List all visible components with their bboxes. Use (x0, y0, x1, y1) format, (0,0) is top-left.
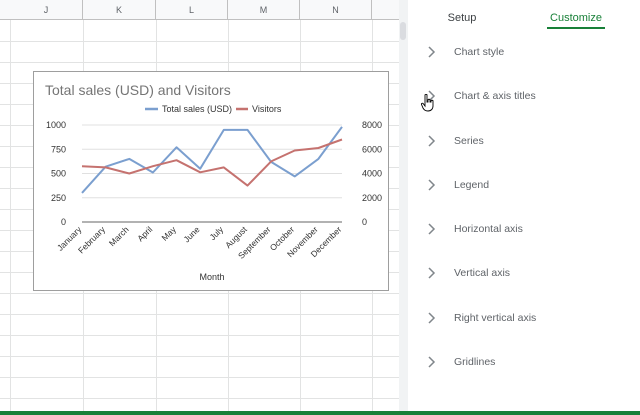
spreadsheet-grid[interactable]: J K L M N Total sales (USD) and Visitors… (0, 0, 400, 411)
legend-label-sales: Total sales (USD) (162, 104, 232, 114)
y2-tick-label: 0 (362, 217, 367, 227)
section-series[interactable]: Series (418, 130, 638, 154)
column-header-n[interactable]: N (300, 0, 372, 20)
tab-setup[interactable]: Setup (440, 8, 484, 30)
section-horizontal-axis[interactable]: Horizontal axis (418, 218, 638, 242)
column-header-l[interactable]: L (156, 0, 228, 20)
bottom-accent-bar (0, 411, 640, 415)
chevron-right-icon (428, 135, 436, 147)
line-chart[interactable]: Total sales (USD) and Visitors Total sal… (33, 71, 389, 291)
row-gridline (0, 398, 400, 399)
row-gridline (0, 293, 400, 294)
y-tick-label: 1000 (46, 120, 66, 130)
series-line-sales (81, 126, 343, 194)
vertical-scrollbar[interactable] (399, 0, 408, 411)
row-gridline (0, 356, 400, 357)
column-header-j[interactable]: J (10, 0, 83, 20)
y-tick-label: 500 (51, 169, 66, 179)
chart-editor-panel: Setup Customize Chart style Chart & axis… (408, 0, 640, 411)
chart-title: Total sales (USD) and Visitors (45, 82, 231, 98)
section-label: Gridlines (454, 356, 496, 368)
section-gridlines[interactable]: Gridlines (418, 351, 638, 375)
x-tick-label: May (160, 224, 179, 243)
y2-tick-label: 6000 (362, 144, 382, 154)
section-legend[interactable]: Legend (418, 174, 638, 198)
row-gridline (0, 377, 400, 378)
y2-tick-label: 2000 (362, 193, 382, 203)
chevron-right-icon (428, 312, 436, 324)
scrollbar-thumb[interactable] (400, 22, 406, 40)
x-tick-label: July (207, 224, 225, 242)
chevron-right-icon (428, 46, 436, 58)
legend-label-visitors: Visitors (252, 104, 282, 114)
x-tick-label: June (181, 224, 201, 244)
hand-pointer-icon (421, 94, 434, 112)
y-tick-label: 0 (61, 217, 66, 227)
row-gridline (0, 62, 400, 63)
chart-legend: Total sales (USD) Visitors (145, 104, 282, 114)
y-tick-label: 750 (51, 144, 66, 154)
chevron-right-icon (428, 179, 436, 191)
section-right-vertical-axis[interactable]: Right vertical axis (418, 307, 638, 331)
y-tick-label: 250 (51, 193, 66, 203)
x-tick-label: March (107, 224, 131, 248)
section-label: Horizontal axis (454, 223, 523, 235)
x-tick-label: February (76, 224, 108, 256)
y2-tick-label: 8000 (362, 120, 382, 130)
column-header-row: J K L M N (0, 0, 400, 20)
chart-canvas: Total sales (USD) and Visitors Total sal… (45, 82, 382, 282)
section-label: Series (454, 135, 484, 147)
row-gridline (0, 314, 400, 315)
chevron-right-icon (428, 223, 436, 235)
x-tick-label: April (135, 224, 154, 243)
section-chart-style[interactable]: Chart style (418, 41, 638, 65)
plot-area: 1000 8000750 6000500 4000250 20000 0JanuaryFe… (46, 120, 382, 261)
section-label: Chart style (454, 46, 505, 58)
section-vertical-axis[interactable]: Vertical axis (418, 262, 638, 286)
section-label: Vertical axis (454, 267, 511, 279)
chevron-right-icon (428, 356, 436, 368)
section-label: Legend (454, 179, 490, 191)
row-gridline (0, 41, 400, 42)
row-gridline (0, 335, 400, 336)
section-label: Right vertical axis (454, 312, 537, 324)
column-header-m[interactable]: M (228, 0, 300, 20)
active-tab-indicator (547, 27, 605, 29)
x-axis-title: Month (199, 272, 224, 282)
chevron-right-icon (428, 267, 436, 279)
column-gridline (10, 20, 11, 411)
section-chart-axis-titles[interactable]: Chart & axis titles (418, 85, 638, 109)
column-header-k[interactable]: K (83, 0, 156, 20)
section-label: Chart & axis titles (454, 90, 536, 102)
y2-tick-label: 4000 (362, 169, 382, 179)
